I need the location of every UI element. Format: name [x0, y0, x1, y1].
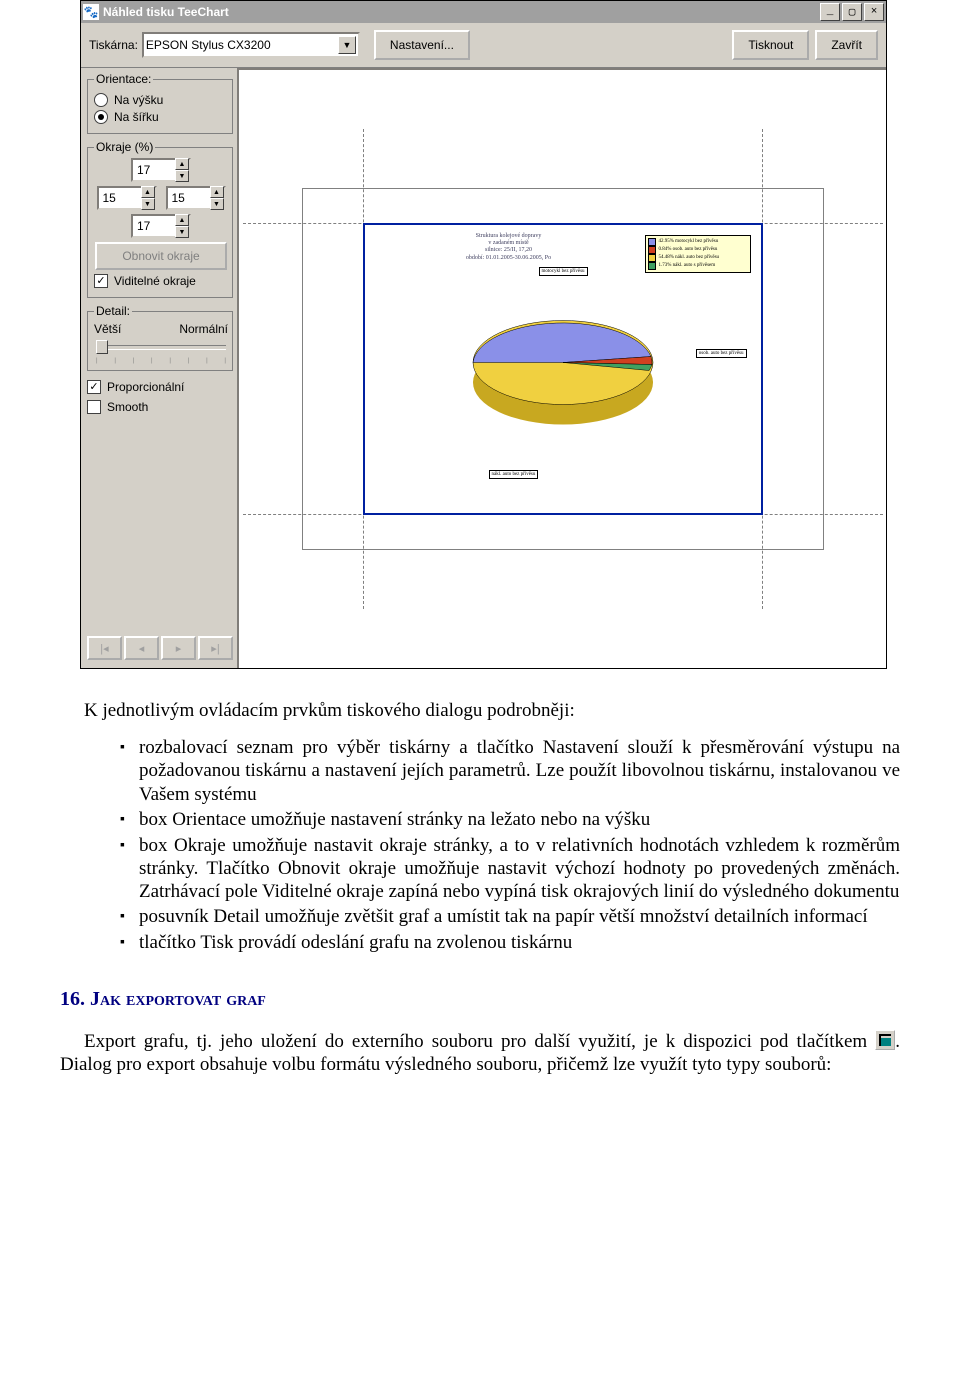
checkbox-icon [87, 400, 101, 414]
detail-group: Detail: Větší Normální |||||||| [87, 304, 233, 371]
margin-bottom-input[interactable]: 17 ▲▼ [131, 214, 191, 238]
first-page-button[interactable]: |◂ [87, 636, 122, 660]
document-body: K jednotlivým ovládacím prvkům tiskového… [0, 699, 960, 1130]
last-page-button[interactable]: ▸| [198, 636, 233, 660]
orientation-portrait[interactable]: Na výšku [94, 93, 228, 107]
proportional-check[interactable]: Proporcionální [87, 380, 233, 394]
preview-pane: Struktura kolejové dopravy v zadaném mís… [237, 68, 886, 668]
printer-select[interactable]: EPSON Stylus CX3200 ▼ [142, 32, 360, 58]
margin-top-input[interactable]: 17 ▲▼ [131, 158, 191, 182]
close-button[interactable]: × [864, 3, 884, 21]
save-icon [875, 1030, 895, 1050]
list-item: rozbalovací seznam pro výběr tiskárny a … [120, 736, 900, 806]
export-paragraph: Export grafu, tj. jeho uložení do extern… [60, 1030, 900, 1076]
margin-left-input[interactable]: 15 ▲▼ [97, 186, 157, 210]
checkbox-icon [94, 274, 108, 288]
print-preview-window: 🐾 Náhled tisku TeeChart _ ▢ × Tiskárna: … [80, 0, 887, 669]
toolbar: Tiskárna: EPSON Stylus CX3200 ▼ Nastaven… [81, 23, 886, 68]
chart-callout: osob. auto bez přívěsu [696, 349, 747, 358]
app-icon: 🐾 [83, 4, 99, 20]
list-item: tlačítko Tisk provádí odeslání grafu na … [120, 931, 900, 955]
minimize-button[interactable]: _ [820, 3, 840, 21]
chart-frame: Struktura kolejové dopravy v zadaném mís… [363, 223, 763, 515]
list-item: box Okraje umožňuje nastavit okraje strá… [120, 834, 900, 904]
radio-icon [94, 110, 108, 124]
chart-callout: nákl. auto bez přívěsu [489, 470, 539, 479]
prev-page-button[interactable]: ◂ [124, 636, 159, 660]
list-item: box Orientace umožňuje nastavení stránky… [120, 808, 900, 832]
smooth-check[interactable]: Smooth [87, 400, 233, 414]
titlebar: 🐾 Náhled tisku TeeChart _ ▢ × [81, 1, 886, 23]
left-panel: Orientace: Na výšku Na šířku Okraje (%) [81, 68, 237, 668]
chart-callout: motocykl bez přívěsu [539, 267, 588, 276]
page-nav: |◂ ◂ ▸ ▸| [87, 632, 233, 664]
chart-legend: 42.95% motocykl bez přívěsu 0.84% osob. … [645, 235, 751, 273]
margin-right-input[interactable]: 15 ▲▼ [166, 186, 226, 210]
checkbox-icon [87, 380, 101, 394]
radio-icon [94, 93, 108, 107]
margins-group: Okraje (%) 17 ▲▼ 15 ▲▼ [87, 140, 233, 298]
chevron-down-icon[interactable]: ▼ [338, 36, 356, 54]
settings-button[interactable]: Nastavení... [374, 30, 470, 60]
list-item: posuvník Detail umožňuje zvětšit graf a … [120, 905, 900, 929]
reset-margins-button[interactable]: Obnovit okraje [95, 242, 227, 270]
up-icon: ▲ [175, 158, 189, 170]
paper-preview[interactable]: Struktura kolejové dopravy v zadaném mís… [302, 188, 824, 550]
visible-margins-check[interactable]: Viditelné okraje [94, 274, 228, 288]
intro-paragraph: K jednotlivým ovládacím prvkům tiskového… [60, 699, 900, 722]
pie-chart [463, 302, 663, 447]
next-page-button[interactable]: ▸ [161, 636, 196, 660]
close-dialog-button[interactable]: Zavřít [815, 30, 878, 60]
bullet-list: rozbalovací seznam pro výběr tiskárny a … [60, 736, 900, 955]
detail-slider[interactable] [96, 340, 226, 354]
printer-value: EPSON Stylus CX3200 [146, 38, 338, 52]
print-button[interactable]: Tisknout [732, 30, 809, 60]
window-title: Náhled tisku TeeChart [103, 5, 820, 19]
section-heading: 16. Jak exportovat graf [60, 987, 900, 1011]
down-icon: ▼ [175, 170, 189, 182]
orientation-landscape[interactable]: Na šířku [94, 110, 228, 124]
orientation-group: Orientace: Na výšku Na šířku [87, 72, 233, 134]
maximize-button[interactable]: ▢ [842, 3, 862, 21]
printer-label: Tiskárna: [89, 38, 138, 52]
chart-title: Struktura kolejové dopravy v zadaném mís… [419, 233, 599, 262]
